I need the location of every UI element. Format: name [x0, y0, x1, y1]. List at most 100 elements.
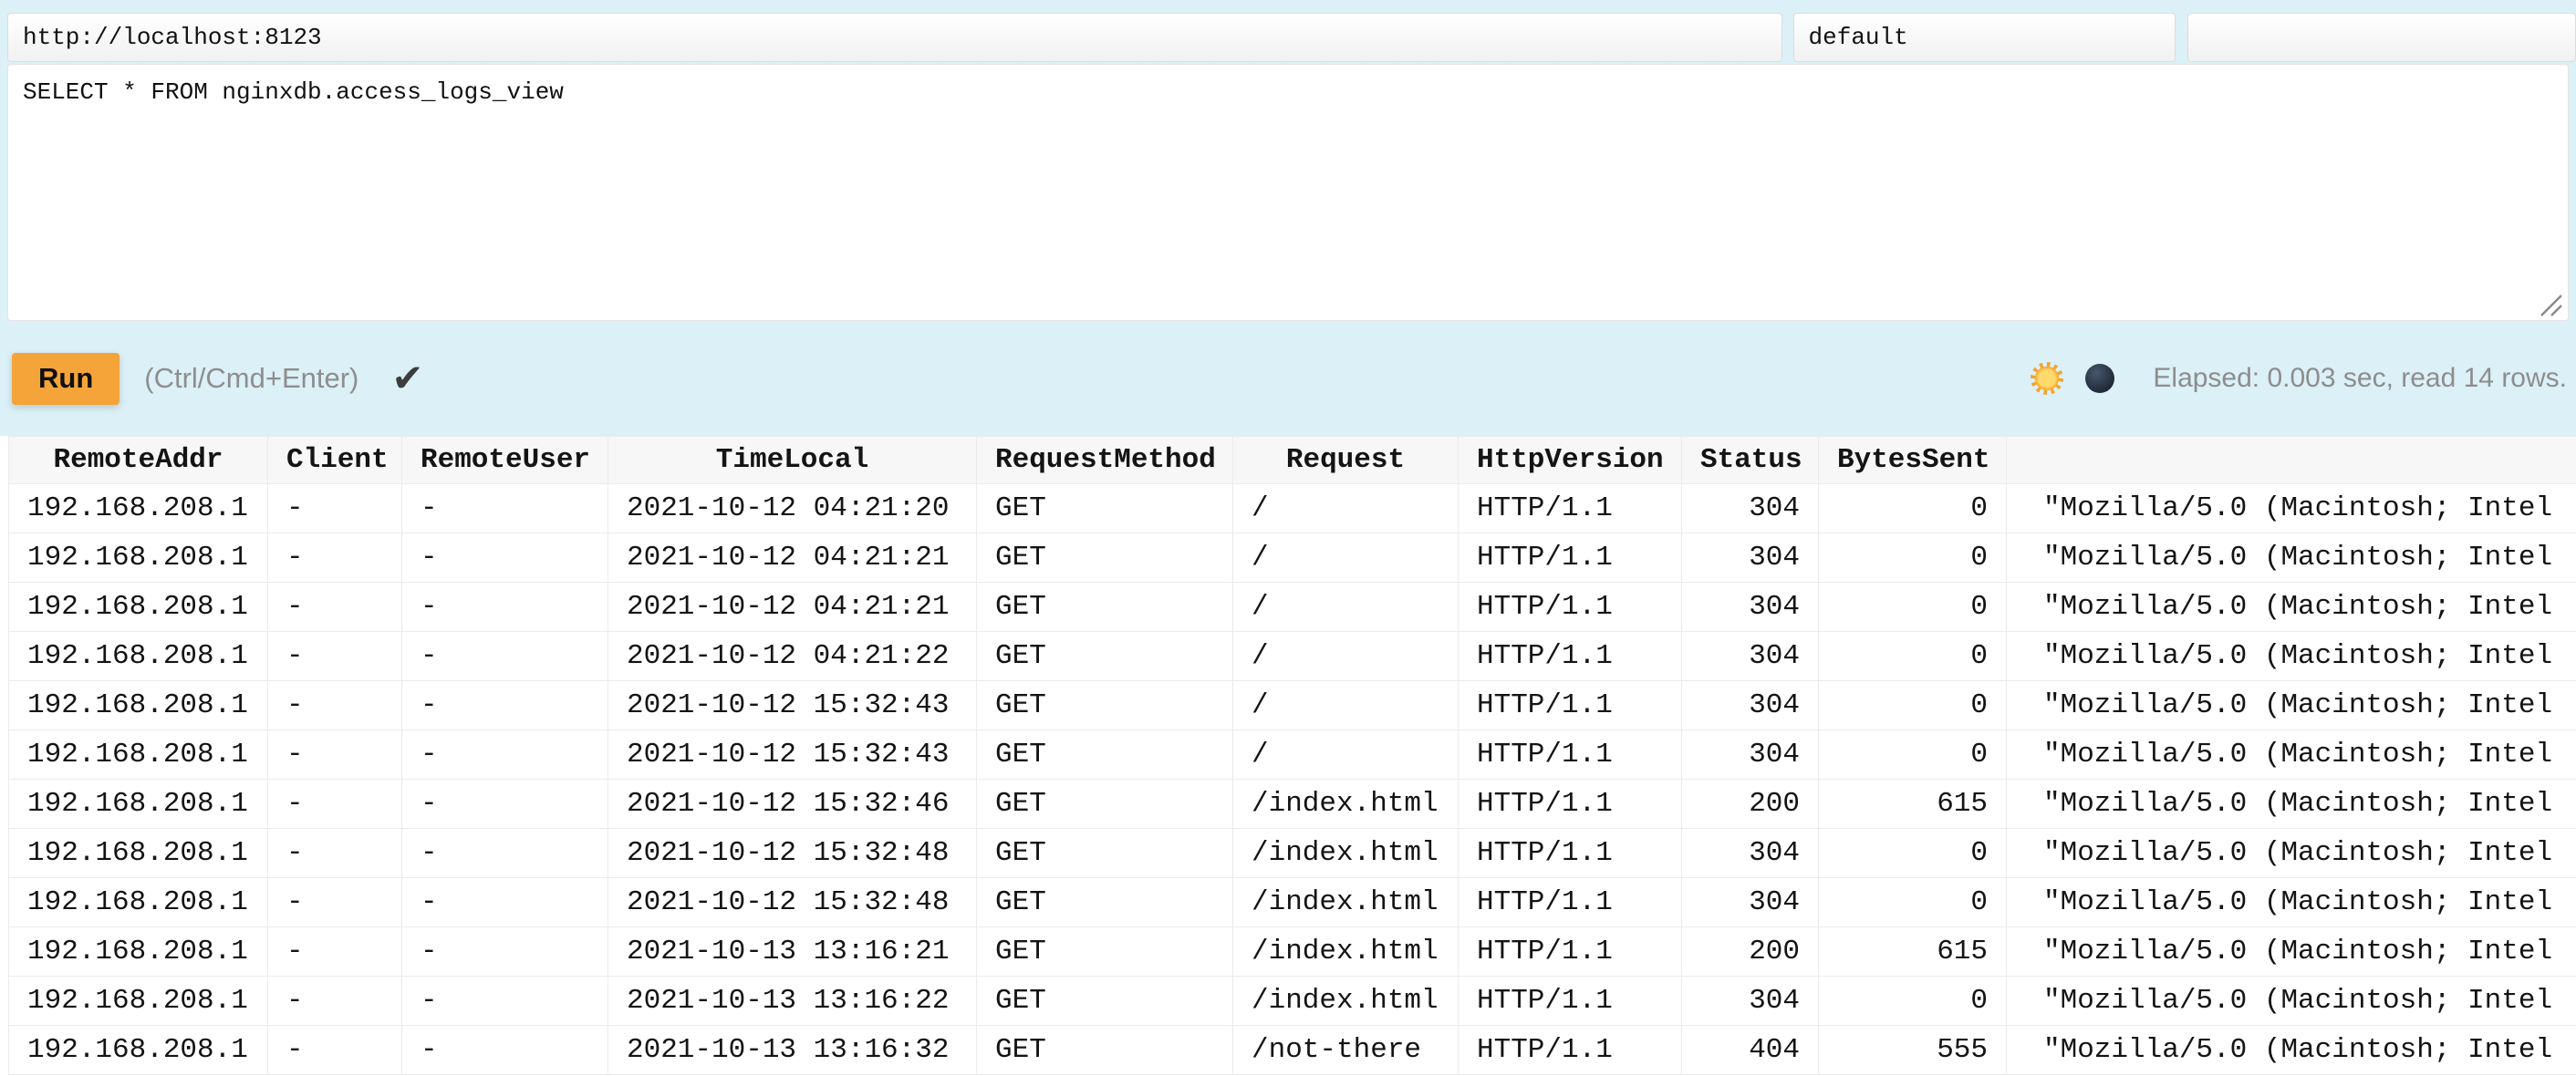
column-header: TimeLocal — [608, 437, 977, 484]
moon-icon[interactable] — [2085, 364, 2114, 393]
cell: 0 — [1819, 829, 2007, 878]
cell: "Mozilla/5.0 (Macintosh; Intel — [2007, 730, 2576, 780]
cell: HTTP/1.1 — [1459, 583, 1682, 632]
url-input[interactable] — [7, 13, 1782, 62]
cell: "Mozilla/5.0 (Macintosh; Intel — [2007, 977, 2576, 1026]
cell: /index.html — [1233, 829, 1459, 878]
cell: 200 — [1682, 780, 1819, 829]
toolbar-left: Run (Ctrl/Cmd+Enter) ✔ — [12, 353, 424, 405]
table-row: 192.168.208.1--2021-10-13 13:16:22GET/in… — [9, 977, 2576, 1026]
cell: - — [268, 878, 402, 927]
table-row: 192.168.208.1--2021-10-12 04:21:21GET/HT… — [9, 583, 2576, 632]
cell: 192.168.208.1 — [9, 927, 268, 977]
column-header: Client — [268, 437, 402, 484]
cell: "Mozilla/5.0 (Macintosh; Intel — [2007, 1026, 2576, 1075]
cell: GET — [977, 829, 1233, 878]
cell: 192.168.208.1 — [9, 681, 268, 730]
cell: 192.168.208.1 — [9, 583, 268, 632]
cell: - — [402, 780, 608, 829]
cell: /index.html — [1233, 780, 1459, 829]
query-editor-wrap: SELECT * FROM nginxdb.access_logs_view — [7, 64, 2569, 321]
cell: HTTP/1.1 — [1459, 878, 1682, 927]
cell: - — [268, 829, 402, 878]
cell: "Mozilla/5.0 (Macintosh; Intel — [2007, 632, 2576, 681]
cell: / — [1233, 533, 1459, 583]
cell: 192.168.208.1 — [9, 484, 268, 533]
cell: GET — [977, 533, 1233, 583]
cell: - — [402, 927, 608, 977]
toolbar-right: Elapsed: 0.003 sec, read 14 rows. — [2031, 362, 2567, 395]
cell: 2021-10-12 15:32:43 — [608, 681, 977, 730]
cell: 2021-10-12 15:32:46 — [608, 780, 977, 829]
cell: 2021-10-12 04:21:22 — [608, 632, 977, 681]
cell: - — [402, 730, 608, 780]
cell: 2021-10-12 04:21:21 — [608, 583, 977, 632]
cell: "Mozilla/5.0 (Macintosh; Intel — [2007, 927, 2576, 977]
header-row: RemoteAddrClientRemoteUserTimeLocalReque… — [9, 437, 2576, 484]
cell: - — [402, 632, 608, 681]
cell: - — [402, 484, 608, 533]
query-stats: Elapsed: 0.003 sec, read 14 rows. — [2153, 363, 2567, 394]
cell: "Mozilla/5.0 (Macintosh; Intel — [2007, 780, 2576, 829]
connection-bar — [0, 0, 2576, 62]
cell: 192.168.208.1 — [9, 1026, 268, 1075]
column-header: BytesSent — [1819, 437, 2007, 484]
cell: 0 — [1819, 730, 2007, 780]
table-row: 192.168.208.1--2021-10-12 15:32:43GET/HT… — [9, 730, 2576, 780]
success-check-icon: ✔ — [391, 359, 423, 398]
cell: 0 — [1819, 583, 2007, 632]
shortcut-hint: (Ctrl/Cmd+Enter) — [144, 362, 358, 395]
cell: 2021-10-13 13:16:22 — [608, 977, 977, 1026]
password-input[interactable] — [2187, 13, 2576, 62]
table-row: 192.168.208.1--2021-10-12 04:21:20GET/HT… — [9, 484, 2576, 533]
cell: 192.168.208.1 — [9, 780, 268, 829]
cell: / — [1233, 632, 1459, 681]
cell: - — [402, 829, 608, 878]
cell: 0 — [1819, 484, 2007, 533]
cell: 192.168.208.1 — [9, 632, 268, 681]
cell: GET — [977, 730, 1233, 780]
cell: 200 — [1682, 927, 1819, 977]
cell: HTTP/1.1 — [1459, 632, 1682, 681]
cell: - — [402, 977, 608, 1026]
run-button[interactable]: Run — [12, 353, 119, 405]
resize-grip-icon[interactable] — [2540, 294, 2563, 317]
cell: GET — [977, 583, 1233, 632]
query-editor[interactable]: SELECT * FROM nginxdb.access_logs_view — [7, 64, 2569, 321]
cell: HTTP/1.1 — [1459, 484, 1682, 533]
cell: - — [268, 927, 402, 977]
cell: - — [402, 533, 608, 583]
column-header: RemoteAddr — [9, 437, 268, 484]
results-tbody: 192.168.208.1--2021-10-12 04:21:20GET/HT… — [9, 484, 2576, 1075]
cell: 0 — [1819, 533, 2007, 583]
cell: / — [1233, 583, 1459, 632]
cell: - — [402, 583, 608, 632]
cell: 304 — [1682, 484, 1819, 533]
cell: GET — [977, 927, 1233, 977]
user-input[interactable] — [1793, 13, 2176, 62]
table-row: 192.168.208.1--2021-10-12 04:21:22GET/HT… — [9, 632, 2576, 681]
cell: 304 — [1682, 730, 1819, 780]
cell: 192.168.208.1 — [9, 977, 268, 1026]
column-header — [2007, 437, 2576, 484]
cell: - — [402, 1026, 608, 1075]
cell: - — [268, 1026, 402, 1075]
cell: GET — [977, 484, 1233, 533]
cell: / — [1233, 484, 1459, 533]
cell: - — [268, 780, 402, 829]
table-row: 192.168.208.1--2021-10-12 15:32:48GET/in… — [9, 829, 2576, 878]
sun-icon[interactable] — [2031, 362, 2063, 395]
cell: 2021-10-12 15:32:48 — [608, 829, 977, 878]
table-row: 192.168.208.1--2021-10-12 15:32:46GET/in… — [9, 780, 2576, 829]
toolbar: Run (Ctrl/Cmd+Enter) ✔ Elapsed: 0.003 se… — [0, 321, 2576, 436]
cell: /index.html — [1233, 977, 1459, 1026]
cell: - — [268, 484, 402, 533]
table-row: 192.168.208.1--2021-10-12 04:21:21GET/HT… — [9, 533, 2576, 583]
cell: HTTP/1.1 — [1459, 1026, 1682, 1075]
cell: - — [268, 533, 402, 583]
cell: 192.168.208.1 — [9, 829, 268, 878]
column-header: RemoteUser — [402, 437, 608, 484]
table-row: 192.168.208.1--2021-10-13 13:16:32GET/no… — [9, 1026, 2576, 1075]
cell: - — [268, 977, 402, 1026]
cell: "Mozilla/5.0 (Macintosh; Intel — [2007, 878, 2576, 927]
